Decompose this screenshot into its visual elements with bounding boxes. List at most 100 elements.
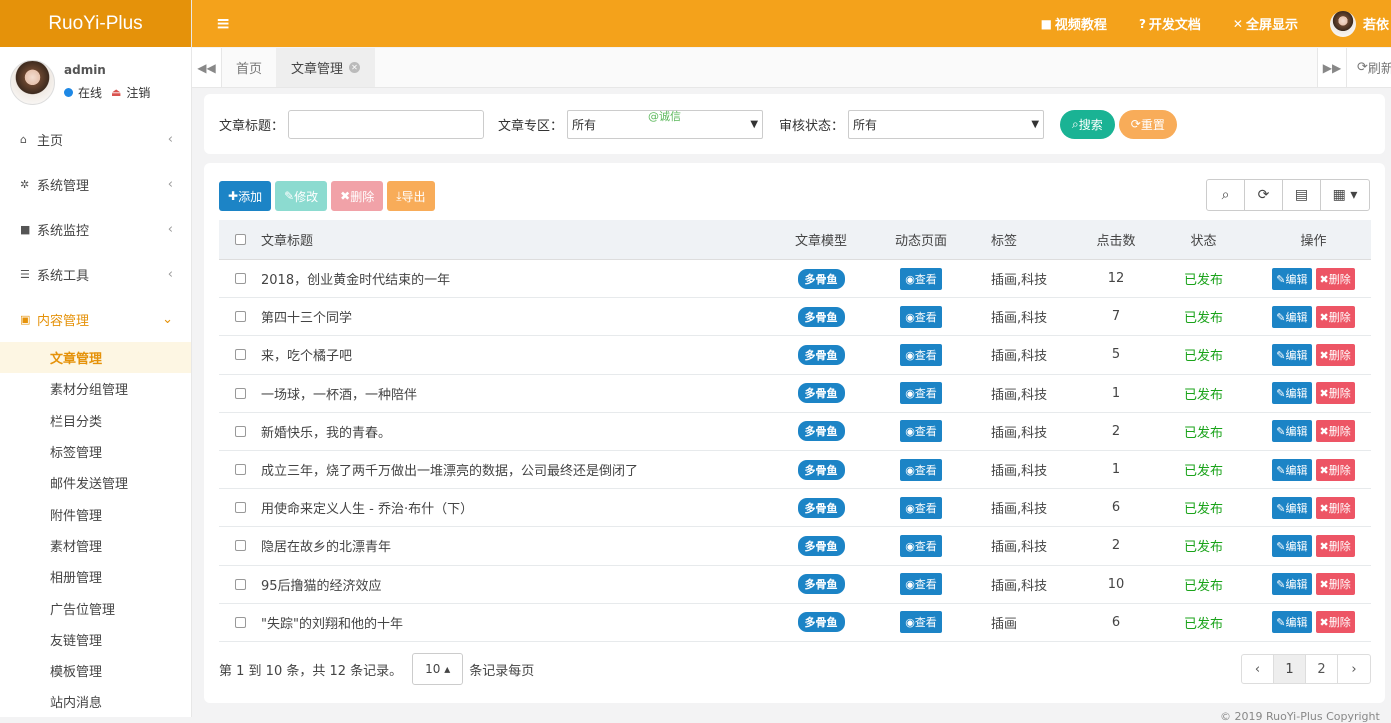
columns-icon[interactable]: ▦ ▾ bbox=[1321, 180, 1369, 210]
sidebar-item-content[interactable]: ▣ 内容管理 ⌄ bbox=[0, 297, 191, 342]
refresh-tab-button[interactable]: ⟳ 刷新 bbox=[1347, 48, 1391, 87]
col-title[interactable]: 文章标题 bbox=[261, 230, 771, 249]
sidebar-item-system[interactable]: ✲ 系统管理 ‹ bbox=[0, 162, 191, 207]
col-model[interactable]: 文章模型 bbox=[771, 230, 871, 249]
table-row[interactable]: 第四十三个同学 多骨鱼 ◉查看 插画,科技 7 已发布 ✎编辑 ✖删除 bbox=[219, 298, 1371, 337]
next-page-button[interactable]: › bbox=[1338, 655, 1370, 683]
view-button[interactable]: ◉查看 bbox=[900, 611, 942, 634]
view-button[interactable]: ◉查看 bbox=[900, 458, 942, 481]
submenu-item[interactable]: 站内消息 bbox=[0, 686, 191, 717]
zone-select[interactable]: 所有 @诚信 ▼ bbox=[567, 109, 764, 139]
export-button[interactable]: ⤓ 导出 bbox=[387, 181, 435, 211]
sidebar-item-monitor[interactable]: ■ 系统监控 ‹ bbox=[0, 207, 191, 252]
table-row[interactable]: 用使命来定义人生 - 乔治·布什（下） 多骨鱼 ◉查看 插画,科技 6 已发布 ✎编辑 ✖删除 bbox=[219, 489, 1371, 528]
tabs-scroll-left-icon[interactable]: ◀◀ bbox=[192, 48, 222, 87]
prev-page-button[interactable]: ‹ bbox=[1242, 655, 1274, 683]
reset-button[interactable]: ⟳ 重置 bbox=[1118, 109, 1177, 139]
table-row[interactable]: 隐居在故乡的北漂青年 多骨鱼 ◉查看 插画,科技 2 已发布 ✎编辑 ✖删除 bbox=[219, 527, 1371, 566]
col-tags[interactable]: 标签 bbox=[971, 230, 1081, 249]
submenu-item[interactable]: 文章管理 bbox=[0, 342, 191, 374]
select-all-checkbox[interactable] bbox=[234, 234, 246, 245]
title-input[interactable] bbox=[288, 109, 485, 139]
row-edit-button[interactable]: ✎编辑 bbox=[1272, 458, 1312, 481]
add-button[interactable]: ✚ 添加 bbox=[219, 181, 272, 211]
row-delete-button[interactable]: ✖删除 bbox=[1315, 534, 1355, 557]
dev-docs-link[interactable]: ? 开发文档 bbox=[1139, 14, 1201, 34]
table-row[interactable]: 95后撸猫的经济效应 多骨鱼 ◉查看 插画,科技 10 已发布 ✎编辑 ✖删除 bbox=[219, 566, 1371, 604]
row-edit-button[interactable]: ✎编辑 bbox=[1272, 611, 1312, 634]
row-edit-button[interactable]: ✎编辑 bbox=[1272, 573, 1312, 596]
row-delete-button[interactable]: ✖删除 bbox=[1315, 382, 1355, 405]
row-checkbox[interactable] bbox=[234, 578, 246, 590]
table-row[interactable]: 来，吃个橘子吧 多骨鱼 ◉查看 插画,科技 5 已发布 ✎编辑 ✖删除 bbox=[219, 336, 1371, 375]
row-checkbox[interactable] bbox=[234, 425, 246, 437]
row-delete-button[interactable]: ✖删除 bbox=[1315, 420, 1355, 443]
tabs-scroll-right-icon[interactable]: ▶▶ bbox=[1317, 48, 1347, 87]
app-logo[interactable]: RuoYi-Plus bbox=[0, 0, 191, 47]
row-delete-button[interactable]: ✖删除 bbox=[1315, 496, 1355, 519]
row-edit-button[interactable]: ✎编辑 bbox=[1272, 420, 1312, 443]
row-delete-button[interactable]: ✖删除 bbox=[1315, 611, 1355, 634]
header-user-name[interactable]: 若依 bbox=[1363, 14, 1391, 33]
col-status[interactable]: 状态 bbox=[1151, 230, 1256, 249]
tab-article-manage[interactable]: 文章管理 ✕ bbox=[277, 48, 376, 87]
logout-icon[interactable]: ⏏ bbox=[111, 86, 121, 99]
view-button[interactable]: ◉查看 bbox=[900, 305, 942, 328]
row-edit-button[interactable]: ✎编辑 bbox=[1272, 267, 1312, 290]
submenu-item[interactable]: 相册管理 bbox=[0, 561, 191, 592]
row-checkbox[interactable] bbox=[234, 273, 246, 285]
page-1-button[interactable]: 1 bbox=[1274, 655, 1306, 683]
row-edit-button[interactable]: ✎编辑 bbox=[1272, 534, 1312, 557]
search-toggle-icon[interactable]: ⌕ bbox=[1207, 180, 1245, 210]
view-button[interactable]: ◉查看 bbox=[900, 496, 942, 519]
table-row[interactable]: 2018，创业黄金时代结束的一年 多骨鱼 ◉查看 插画,科技 12 已发布 ✎编辑 ✖删除 bbox=[219, 260, 1371, 299]
view-button[interactable]: ◉查看 bbox=[900, 573, 942, 596]
sidebar-item-home[interactable]: ⌂ 主页 ‹ bbox=[0, 117, 191, 162]
page-2-button[interactable]: 2 bbox=[1306, 655, 1338, 683]
submenu-item[interactable]: 模板管理 bbox=[0, 655, 191, 686]
row-delete-button[interactable]: ✖删除 bbox=[1315, 343, 1355, 366]
delete-button[interactable]: ✖ 删除 bbox=[331, 181, 384, 211]
view-button[interactable]: ◉查看 bbox=[900, 267, 942, 290]
status-select[interactable]: 所有 ▼ bbox=[848, 109, 1045, 139]
row-edit-button[interactable]: ✎编辑 bbox=[1272, 305, 1312, 328]
submenu-item[interactable]: 附件管理 bbox=[0, 498, 191, 529]
row-checkbox[interactable] bbox=[234, 387, 246, 399]
video-tutorial-link[interactable]: ■ 视频教程 bbox=[1041, 14, 1107, 34]
table-row[interactable]: 成立三年，烧了两千万做出一堆漂亮的数据，公司最终还是倒闭了 多骨鱼 ◉查看 插画,科技… bbox=[219, 451, 1371, 490]
edit-button[interactable]: ✎ 修改 bbox=[275, 181, 328, 211]
header-avatar[interactable] bbox=[1330, 10, 1356, 37]
page-size-select[interactable]: 10 ▴ bbox=[412, 653, 464, 685]
submenu-item[interactable]: 邮件发送管理 bbox=[0, 467, 191, 498]
table-row[interactable]: 新婚快乐，我的青春。 多骨鱼 ◉查看 插画,科技 2 已发布 ✎编辑 ✖删除 bbox=[219, 413, 1371, 451]
row-delete-button[interactable]: ✖删除 bbox=[1315, 573, 1355, 596]
logout-link[interactable]: 注销 bbox=[126, 84, 150, 101]
toggle-view-icon[interactable]: ▤ bbox=[1283, 180, 1321, 210]
view-button[interactable]: ◉查看 bbox=[900, 343, 942, 366]
row-checkbox[interactable] bbox=[234, 540, 246, 552]
row-edit-button[interactable]: ✎编辑 bbox=[1272, 343, 1312, 366]
row-delete-button[interactable]: ✖删除 bbox=[1315, 267, 1355, 290]
table-row[interactable]: "失踪"的刘翔和他的十年 多骨鱼 ◉查看 插画 6 已发布 ✎编辑 ✖删除 bbox=[219, 604, 1371, 642]
close-icon[interactable]: ✕ bbox=[349, 62, 361, 73]
user-avatar[interactable] bbox=[10, 59, 55, 105]
row-edit-button[interactable]: ✎编辑 bbox=[1272, 382, 1312, 405]
row-delete-button[interactable]: ✖删除 bbox=[1315, 458, 1355, 481]
menu-toggle-icon[interactable]: ≡ bbox=[216, 14, 230, 34]
search-button[interactable]: ⌕ 搜索 bbox=[1060, 109, 1115, 139]
submenu-item[interactable]: 标签管理 bbox=[0, 436, 191, 467]
row-checkbox[interactable] bbox=[234, 311, 246, 323]
refresh-icon[interactable]: ⟳ bbox=[1245, 180, 1283, 210]
table-row[interactable]: 一场球，一杯酒，一种陪伴 多骨鱼 ◉查看 插画,科技 1 已发布 ✎编辑 ✖删除 bbox=[219, 375, 1371, 413]
tab-home[interactable]: 首页 bbox=[222, 48, 278, 87]
row-checkbox[interactable] bbox=[234, 464, 246, 476]
submenu-item[interactable]: 素材管理 bbox=[0, 530, 191, 561]
view-button[interactable]: ◉查看 bbox=[900, 382, 942, 405]
row-checkbox[interactable] bbox=[234, 349, 246, 361]
submenu-item[interactable]: 栏目分类 bbox=[0, 405, 191, 436]
col-clicks[interactable]: 点击数 bbox=[1081, 230, 1151, 249]
row-checkbox[interactable] bbox=[234, 502, 246, 514]
sidebar-item-tools[interactable]: ☰ 系统工具 ‹ bbox=[0, 252, 191, 297]
fullscreen-link[interactable]: ✕ 全屏显示 bbox=[1233, 14, 1298, 34]
col-dynamic[interactable]: 动态页面 bbox=[871, 230, 971, 249]
